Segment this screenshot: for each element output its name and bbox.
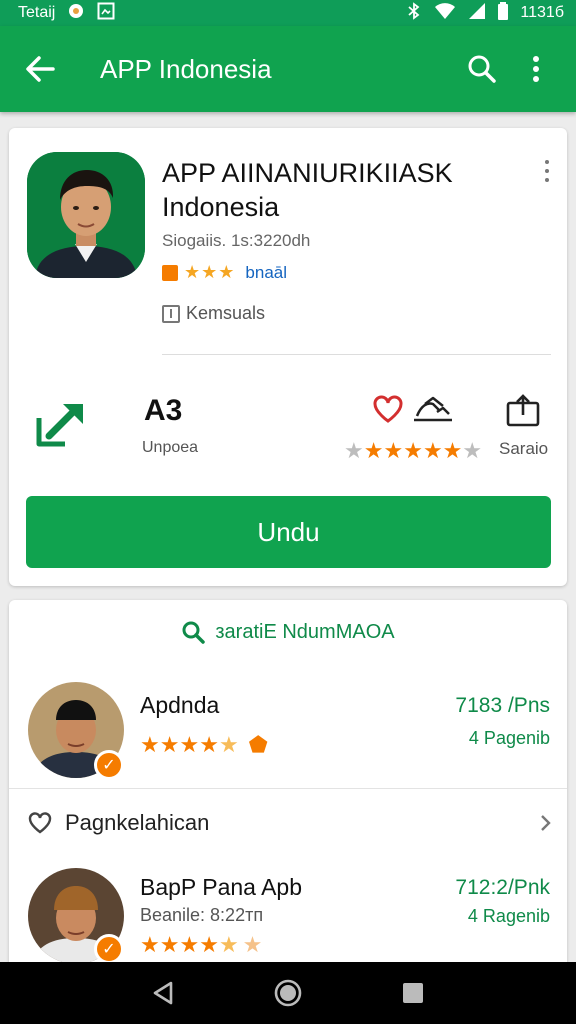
carrier-text: Tetaіј bbox=[18, 4, 56, 21]
item-stars: ★ ★ ★ ★ ★ ⬟ bbox=[140, 732, 268, 757]
share-button[interactable] bbox=[505, 394, 541, 428]
verified-badge-icon: ✓ bbox=[94, 750, 124, 780]
install-button[interactable]: Undu bbox=[26, 496, 551, 568]
status-bar: Tetaіј 1131б bbox=[0, 0, 576, 26]
search-icon bbox=[468, 55, 496, 83]
nav-back-button[interactable] bbox=[143, 973, 183, 1013]
rating-summary: ★★★ bnaāl bbox=[162, 262, 287, 283]
star-icon: ★ bbox=[403, 438, 423, 463]
triangle-back-icon bbox=[153, 981, 172, 1005]
nav-recents-button[interactable] bbox=[393, 973, 433, 1013]
search-icon bbox=[182, 621, 206, 644]
wifi-icon bbox=[434, 2, 456, 25]
heart-icon bbox=[373, 395, 403, 423]
clock: 1131б bbox=[520, 4, 564, 21]
app-name: APP AIINANIURIKIIASK Indonesia bbox=[162, 158, 453, 222]
section-header[interactable]: Pagnkelahican bbox=[27, 805, 553, 841]
item-name: Apdnda bbox=[140, 692, 220, 718]
battery-icon bbox=[498, 1, 509, 25]
star-icon: ★ bbox=[363, 438, 384, 463]
share-arrow-icon bbox=[36, 404, 83, 447]
related-list-card: зaratiE NdumMAOA ✓ Apdnda ★ ★ ★ ★ ★ ⬟ 7183 /P… bbox=[9, 600, 567, 980]
category-label: Kemsuals bbox=[186, 303, 266, 323]
star-icon: ★ bbox=[462, 438, 483, 463]
item-count: 4 Ragenib bbox=[467, 906, 550, 926]
section-label: Pagnkelahican bbox=[65, 810, 210, 835]
share-label: Saraio bbox=[499, 439, 549, 458]
divider bbox=[9, 788, 567, 789]
category-row[interactable]: Kemsuals bbox=[162, 303, 265, 324]
search-button[interactable] bbox=[460, 47, 504, 91]
star-icon: ★ bbox=[422, 438, 443, 463]
arrow-left-icon bbox=[26, 56, 55, 82]
favorite-button[interactable] bbox=[372, 394, 404, 424]
chevron-right-icon bbox=[541, 815, 551, 831]
square-recents-icon bbox=[403, 983, 424, 1003]
gallery-icon bbox=[97, 2, 115, 25]
item-name: BapP Pana Apb bbox=[140, 874, 302, 900]
circle-home-icon bbox=[274, 979, 302, 1007]
search-more-label: зaratiE NdumMAOA bbox=[215, 620, 395, 643]
share-box-icon bbox=[506, 394, 540, 427]
item-count: 4 Pagenib bbox=[468, 728, 550, 748]
stat-value: A3 bbox=[144, 394, 183, 427]
star-icon: ★ bbox=[383, 438, 404, 463]
more-vert-icon bbox=[533, 56, 539, 82]
signal-icon bbox=[468, 2, 486, 25]
star-icon: ★ bbox=[442, 438, 463, 463]
item-subtitle: Beanile: 8:22тп bbox=[140, 905, 264, 925]
stat-label: Unpoea bbox=[142, 439, 199, 456]
rating-link[interactable]: bnaāl bbox=[245, 263, 287, 283]
support-button[interactable] bbox=[411, 394, 455, 426]
item-price: 7183 /Pns bbox=[455, 694, 550, 717]
card-menu-button[interactable] bbox=[539, 158, 555, 184]
star-icons: ★★★ bbox=[184, 262, 236, 282]
handshake-icon bbox=[414, 396, 452, 422]
system-nav-bar bbox=[0, 962, 576, 1024]
verified-badge-icon: ✓ bbox=[94, 934, 124, 964]
rating-stars: ★ ★ ★ ★ ★ ★ ★ bbox=[344, 438, 482, 464]
bluetooth-icon bbox=[406, 1, 422, 25]
rating-badge-icon bbox=[162, 264, 178, 281]
divider bbox=[162, 354, 551, 355]
notification-icon bbox=[67, 2, 85, 25]
page-title: APP Indonesia bbox=[100, 53, 272, 84]
item-price: 712:2/Pnk bbox=[455, 876, 550, 899]
app-bar: APP Indonesia bbox=[0, 26, 576, 112]
search-more-link[interactable]: зaratiE NdumMAOA bbox=[9, 620, 567, 644]
heart-outline-icon bbox=[28, 812, 52, 834]
share-out-button[interactable] bbox=[33, 396, 89, 452]
back-button[interactable] bbox=[18, 47, 62, 91]
info-icon bbox=[162, 304, 180, 323]
item-stars: ★ ★ ★ ★ ★ ★ bbox=[140, 932, 263, 957]
star-icon: ★ bbox=[344, 438, 364, 463]
nav-home-button[interactable] bbox=[268, 973, 308, 1013]
list-item[interactable]: ✓ Apdnda ★ ★ ★ ★ ★ ⬟ 7183 /Pns 4 Pagenib bbox=[9, 672, 567, 782]
app-meta: Siogaiis. 1s:3220dh bbox=[162, 231, 311, 250]
app-icon-avatar bbox=[27, 152, 145, 278]
list-item[interactable]: ✓ BapP Pana Apb Beanile: 8:22тп ★ ★ ★ ★ ★ ★ 7… bbox=[9, 858, 567, 968]
app-details-card: APP AIINANIURIKIIASK Indonesia Siogaiis.… bbox=[9, 128, 567, 586]
overflow-menu-button[interactable] bbox=[514, 47, 558, 91]
